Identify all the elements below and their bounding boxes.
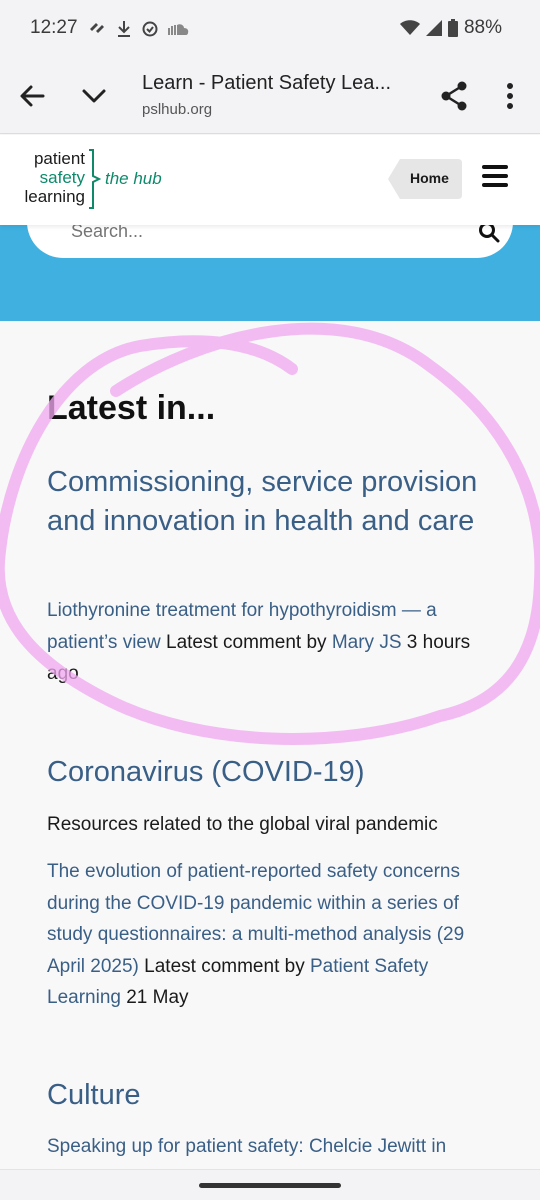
browser-toolbar: Learn - Patient Safety Lea... pslhub.org (0, 58, 540, 134)
app-notification-icon (90, 23, 104, 33)
back-arrow-icon[interactable] (18, 82, 46, 110)
logo-line-learning: learning (24, 187, 86, 206)
annotation-scribble (0, 322, 540, 745)
battery-icon (447, 19, 458, 37)
logo-brace-icon (89, 149, 101, 209)
site-logo[interactable]: patient safety learning the hub (15, 149, 185, 211)
category-description: Resources related to the global viral pa… (47, 814, 438, 835)
status-time: 12:27 (30, 17, 78, 38)
more-vert-icon[interactable] (500, 82, 520, 110)
download-icon (118, 21, 130, 37)
browser-page-title[interactable]: Learn - Patient Safety Lea... (142, 72, 391, 95)
status-system-icons: 88% (399, 17, 502, 39)
main-content: Latest in... Commissioning, service prov… (0, 321, 540, 1169)
category-title-commissioning[interactable]: Commissioning, service provision and inn… (47, 463, 497, 541)
category-title-culture[interactable]: Culture (47, 1076, 497, 1115)
latest-comment-text: Latest comment by (166, 631, 327, 653)
latest-item-culture: Speaking up for patient safety: Chelcie … (47, 1131, 497, 1163)
share-icon[interactable] (438, 80, 470, 112)
section-heading: Latest in... (47, 389, 216, 427)
latest-item-commissioning: Liothyronine treatment for hypothyroidis… (47, 595, 497, 690)
chevron-down-icon[interactable] (80, 82, 108, 110)
soundcloud-icon (168, 24, 189, 35)
logo-line-safety: safety (39, 168, 85, 187)
navigation-gesture-area (0, 1169, 540, 1200)
home-button[interactable]: Home (388, 159, 462, 199)
search-band (0, 185, 540, 321)
check-circle-icon (142, 21, 158, 37)
latest-item-coronavirus: The evolution of patient-reported safety… (47, 856, 497, 1014)
category-title-coronavirus[interactable]: Coronavirus (COVID-19) (47, 753, 497, 792)
home-button-label: Home (410, 170, 449, 186)
logo-words: patient safety learning (15, 149, 86, 206)
home-gesture-pill[interactable] (199, 1183, 341, 1188)
logo-line-patient: patient (33, 149, 85, 168)
status-bar: 12:27 88% (0, 0, 540, 58)
latest-comment-text: Latest comment by (144, 955, 305, 977)
site-header: patient safety learning the hub Home (0, 135, 540, 225)
logo-the-hub: the hub (105, 169, 162, 188)
signal-icon (425, 20, 442, 36)
post-link[interactable]: Speaking up for patient safety: Chelcie … (47, 1136, 446, 1157)
menu-icon[interactable] (482, 165, 508, 187)
wifi-icon (399, 20, 420, 35)
comment-time: 21 May (126, 987, 189, 1008)
author-link[interactable]: Mary JS (332, 632, 402, 653)
browser-url[interactable]: pslhub.org (142, 101, 212, 118)
battery-percent: 88% (463, 17, 502, 38)
status-notification-icons (88, 20, 190, 38)
